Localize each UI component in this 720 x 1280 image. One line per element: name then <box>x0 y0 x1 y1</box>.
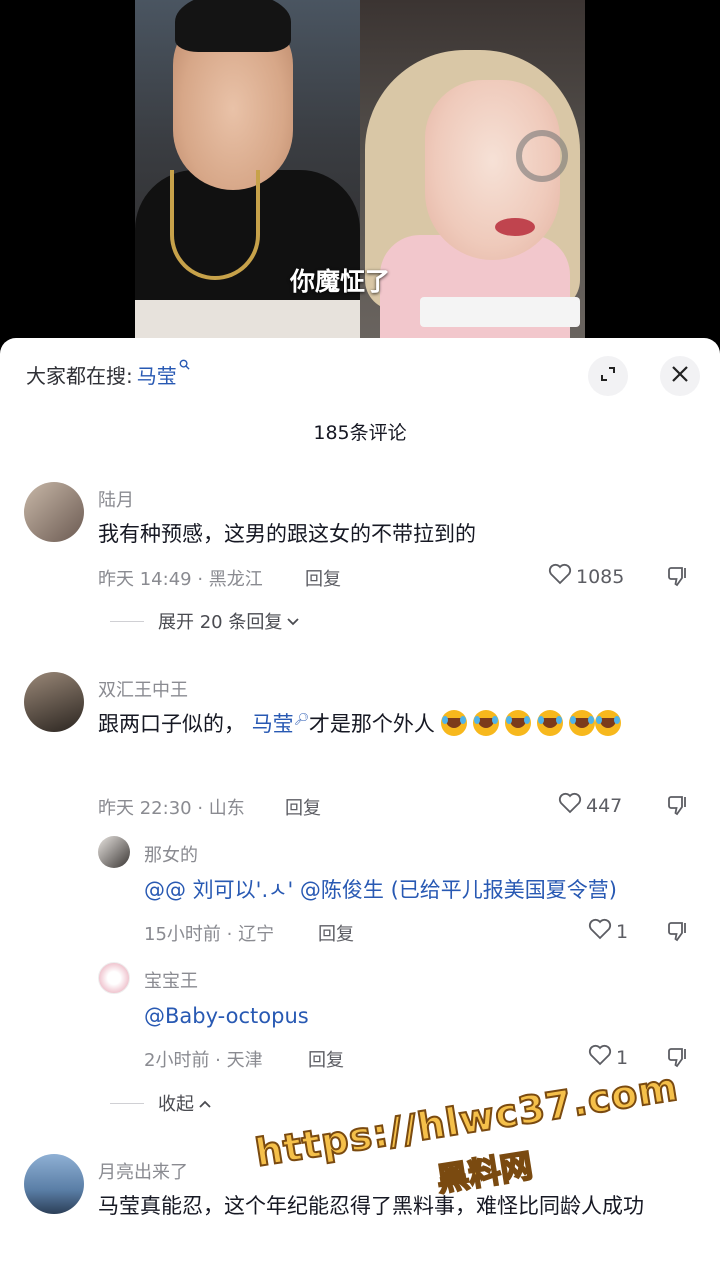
comment-meta: 昨天 14:49 · 黑龙江 <box>98 569 263 590</box>
like-count: 1 <box>616 920 629 943</box>
thumbs-down-icon <box>666 1048 690 1073</box>
trending-search-prefix: 大家都在搜: <box>26 364 133 388</box>
avatar[interactable] <box>98 836 130 868</box>
collapse-replies-button[interactable]: 收起 <box>110 1090 212 1116</box>
comment-text: 我有种预感，这男的跟这女的不带拉到的 <box>98 522 476 546</box>
like-count: 447 <box>586 794 623 817</box>
reply-button[interactable]: 回复 <box>285 794 321 820</box>
reply-text[interactable]: @@ 刘可以'.ㅅ' @陈俊生 (已给平儿报美国夏令营) <box>144 874 617 908</box>
reply-button[interactable]: 回复 <box>305 565 341 591</box>
close-icon <box>671 364 689 389</box>
dislike-button[interactable] <box>666 1045 692 1071</box>
chevron-down-icon <box>286 611 300 632</box>
crying-laughing-emoji <box>472 710 499 736</box>
thumbs-down-icon <box>666 922 690 947</box>
reply-meta: 15小时前 · 辽宁 <box>144 924 275 945</box>
reply-username[interactable]: 宝宝王 <box>144 967 198 993</box>
avatar[interactable] <box>24 1154 84 1214</box>
video-watermark-icon <box>516 130 568 182</box>
comment-username[interactable]: 陆月 <box>98 486 134 512</box>
comment-username[interactable]: 月亮出来了 <box>98 1158 188 1184</box>
trending-search[interactable]: 大家都在搜: 马莹 <box>26 359 190 389</box>
reply-button[interactable]: 回复 <box>318 920 354 946</box>
comment-count: 185条评论 <box>313 422 407 444</box>
close-button[interactable] <box>660 356 700 396</box>
heart-icon <box>558 792 582 819</box>
crying-laughing-emoji <box>536 710 563 736</box>
reply-username[interactable]: 那女的 <box>144 841 198 867</box>
video-subtitle: 你魔怔了 <box>290 267 391 296</box>
collapse-replies-label: 收起 <box>158 1094 194 1115</box>
expand-replies-button[interactable]: 展开 20 条回复 <box>110 608 300 634</box>
like-button[interactable]: 1 <box>588 1044 628 1071</box>
heart-icon <box>588 918 612 945</box>
search-icon <box>179 359 190 374</box>
heart-icon <box>588 1044 612 1071</box>
crying-laughing-emoji <box>594 710 621 736</box>
comment-text-part: 跟两口子似的， <box>98 712 245 736</box>
avatar[interactable] <box>24 482 84 542</box>
like-count: 1085 <box>576 565 625 588</box>
expand-button[interactable] <box>588 356 628 396</box>
avatar[interactable] <box>24 672 84 732</box>
chevron-up-icon <box>198 1093 212 1114</box>
search-icon: 🔎︎ <box>293 712 309 726</box>
crying-laughing-emoji <box>504 710 531 736</box>
trending-search-keyword[interactable]: 马莹 <box>137 360 177 389</box>
like-button[interactable]: 447 <box>558 792 622 819</box>
like-button[interactable]: 1085 <box>548 563 624 590</box>
like-button[interactable]: 1 <box>588 918 628 945</box>
video-message-box <box>420 297 580 327</box>
dislike-button[interactable] <box>666 564 692 590</box>
comment-sheet: 大家都在搜: 马莹 185条评论 陆月 我有种预感，这男的跟这女的不带拉到的 昨… <box>0 338 720 1280</box>
thumbs-down-icon <box>666 567 690 592</box>
dislike-button[interactable] <box>666 793 692 819</box>
heart-icon <box>548 563 572 590</box>
crying-laughing-emoji <box>568 710 595 736</box>
avatar[interactable] <box>98 962 130 994</box>
comment-text: 跟两口子似的， 马莹🔎︎才是那个外人 <box>98 708 688 742</box>
mention-link[interactable]: 马莹 <box>252 712 294 736</box>
reply-meta: 2小时前 · 天津 <box>144 1050 263 1071</box>
expand-replies-label: 展开 20 条回复 <box>158 612 283 633</box>
reply-text[interactable]: @Baby-octopus <box>144 1000 309 1034</box>
comment-meta: 昨天 22:30 · 山东 <box>98 798 245 819</box>
comment-text: 马莹真能忍，这个年纪能忍得了黑料事，难怪比同龄人成功 <box>98 1194 644 1218</box>
reply-button[interactable]: 回复 <box>308 1046 344 1072</box>
expand-icon <box>598 364 618 388</box>
thumbs-down-icon <box>666 796 690 821</box>
like-count: 1 <box>616 1046 629 1069</box>
comment-text-part: 才是那个外人 <box>308 712 435 736</box>
dislike-button[interactable] <box>666 919 692 945</box>
crying-laughing-emoji <box>440 710 467 736</box>
video-player[interactable]: 你魔怔了 <box>0 0 720 350</box>
comment-username[interactable]: 双汇王中王 <box>98 676 188 702</box>
video-right-person <box>360 0 585 350</box>
